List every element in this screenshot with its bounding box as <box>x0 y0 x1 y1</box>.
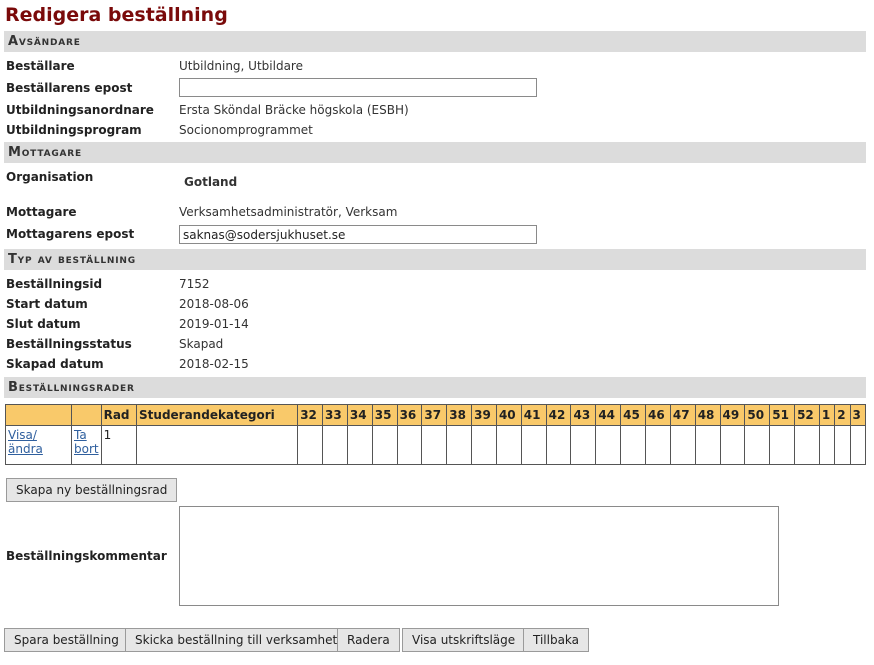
receiver-email-label: Mottagarens epost <box>6 227 135 241</box>
column-header <box>71 404 102 426</box>
orderer-label: Beställare <box>6 59 75 73</box>
program-label: Utbildningsprogram <box>6 123 142 137</box>
week-cell <box>818 425 836 465</box>
week-cell <box>645 425 671 465</box>
week-cell <box>446 425 473 465</box>
organisation-value: Gotland <box>184 175 238 189</box>
category-cell <box>136 425 299 465</box>
week-cell <box>849 425 867 465</box>
end-date-label: Slut datum <box>6 317 81 331</box>
column-header: 3 <box>849 404 867 426</box>
column-header: 42 <box>545 404 572 426</box>
comment-textarea[interactable] <box>179 506 779 606</box>
created-date-label: Skapad datum <box>6 357 104 371</box>
column-header: 39 <box>471 404 497 426</box>
orderer-email-input[interactable] <box>179 78 537 97</box>
column-header: 43 <box>570 404 597 426</box>
column-header: Studerandekategori <box>136 404 299 426</box>
column-header: 47 <box>669 404 696 426</box>
week-cell <box>371 425 398 465</box>
new-order-row-button[interactable]: Skapa ny beställningsrad <box>6 478 178 502</box>
receiver-email-input[interactable] <box>179 225 537 244</box>
week-cell <box>570 425 597 465</box>
week-cell <box>421 425 448 465</box>
column-header: 38 <box>446 404 473 426</box>
column-header: 37 <box>421 404 448 426</box>
column-header: 51 <box>769 404 796 426</box>
save-order-button[interactable]: Spara beställning <box>4 628 129 652</box>
section-header-order-type: Typ av beställning <box>4 249 866 270</box>
column-header: 48 <box>694 404 721 426</box>
column-header: 35 <box>371 404 398 426</box>
week-cell <box>297 425 324 465</box>
table-header-row: Rad Studerandekategori 32 33 34 35 36 37 38 39 40 4… <box>5 404 867 426</box>
column-header: 34 <box>346 404 373 426</box>
column-header: 36 <box>396 404 423 426</box>
week-cell <box>669 425 696 465</box>
week-cell <box>834 425 851 465</box>
receiver-label: Mottagare <box>6 205 77 219</box>
column-header: 32 <box>297 404 324 426</box>
column-header: 40 <box>495 404 522 426</box>
column-header: 45 <box>620 404 647 426</box>
week-cell <box>694 425 721 465</box>
table-row: Visa/ändra Ta bort 1 <box>5 425 867 465</box>
column-header: 41 <box>520 404 547 426</box>
week-cell <box>719 425 746 465</box>
provider-label: Utbildningsanordnare <box>6 103 154 117</box>
order-id-label: Beställningsid <box>6 277 103 291</box>
provider-value: Ersta Sköndal Bräcke högskola (ESBH) <box>179 103 409 117</box>
week-cell <box>471 425 497 465</box>
week-cell <box>769 425 796 465</box>
week-cell <box>620 425 647 465</box>
page-title: Redigera beställning <box>5 4 228 26</box>
receiver-value: Verksamhetsadministratör, Verksam <box>179 205 398 219</box>
column-header: 50 <box>744 404 771 426</box>
organisation-label: Organisation <box>6 170 94 184</box>
column-header: Rad <box>100 404 138 426</box>
order-status-value: Skapad <box>179 337 224 351</box>
section-header-order-rows: Beställningsrader <box>4 377 866 398</box>
end-date-value: 2019-01-14 <box>179 317 249 331</box>
start-date-label: Start datum <box>6 297 88 311</box>
row-number-cell: 1 <box>100 425 138 465</box>
week-cell <box>794 425 820 465</box>
week-cell <box>322 425 348 465</box>
program-value: Socionomprogrammet <box>179 123 313 137</box>
back-button[interactable]: Tillbaka <box>523 628 590 652</box>
column-header: 46 <box>645 404 671 426</box>
column-header: 44 <box>595 404 622 426</box>
column-header <box>5 404 72 426</box>
order-rows-table: Rad Studerandekategori 32 33 34 35 36 37 38 39 40 4… <box>5 404 867 465</box>
created-date-value: 2018-02-15 <box>179 357 249 371</box>
start-date-value: 2018-08-06 <box>179 297 249 311</box>
column-header: 1 <box>818 404 836 426</box>
order-status-label: Beställningsstatus <box>6 337 132 351</box>
remove-cell: Ta bort <box>71 425 102 465</box>
week-cell <box>744 425 771 465</box>
print-view-button[interactable]: Visa utskriftsläge <box>402 628 526 652</box>
week-cell <box>545 425 572 465</box>
delete-button[interactable]: Radera <box>337 628 400 652</box>
week-cell <box>495 425 522 465</box>
week-cell <box>396 425 423 465</box>
remove-link[interactable]: Ta bort <box>74 428 99 456</box>
view-edit-link[interactable]: Visa/ändra <box>8 428 43 456</box>
comment-label: Beställningskommentar <box>6 549 167 563</box>
orderer-value: Utbildning, Utbildare <box>179 59 303 73</box>
section-header-sender: Avsändare <box>4 31 866 52</box>
column-header: 49 <box>719 404 746 426</box>
week-cell <box>346 425 373 465</box>
section-header-receiver: Mottagare <box>4 142 866 163</box>
orderer-email-label: Beställarens epost <box>6 81 133 95</box>
week-cell <box>520 425 547 465</box>
week-cell <box>595 425 622 465</box>
column-header: 33 <box>322 404 348 426</box>
column-header: 2 <box>834 404 851 426</box>
view-cell: Visa/ändra <box>5 425 72 465</box>
send-order-button[interactable]: Skicka beställning till verksamhet <box>125 628 348 652</box>
column-header: 52 <box>794 404 820 426</box>
order-id-value: 7152 <box>179 277 210 291</box>
